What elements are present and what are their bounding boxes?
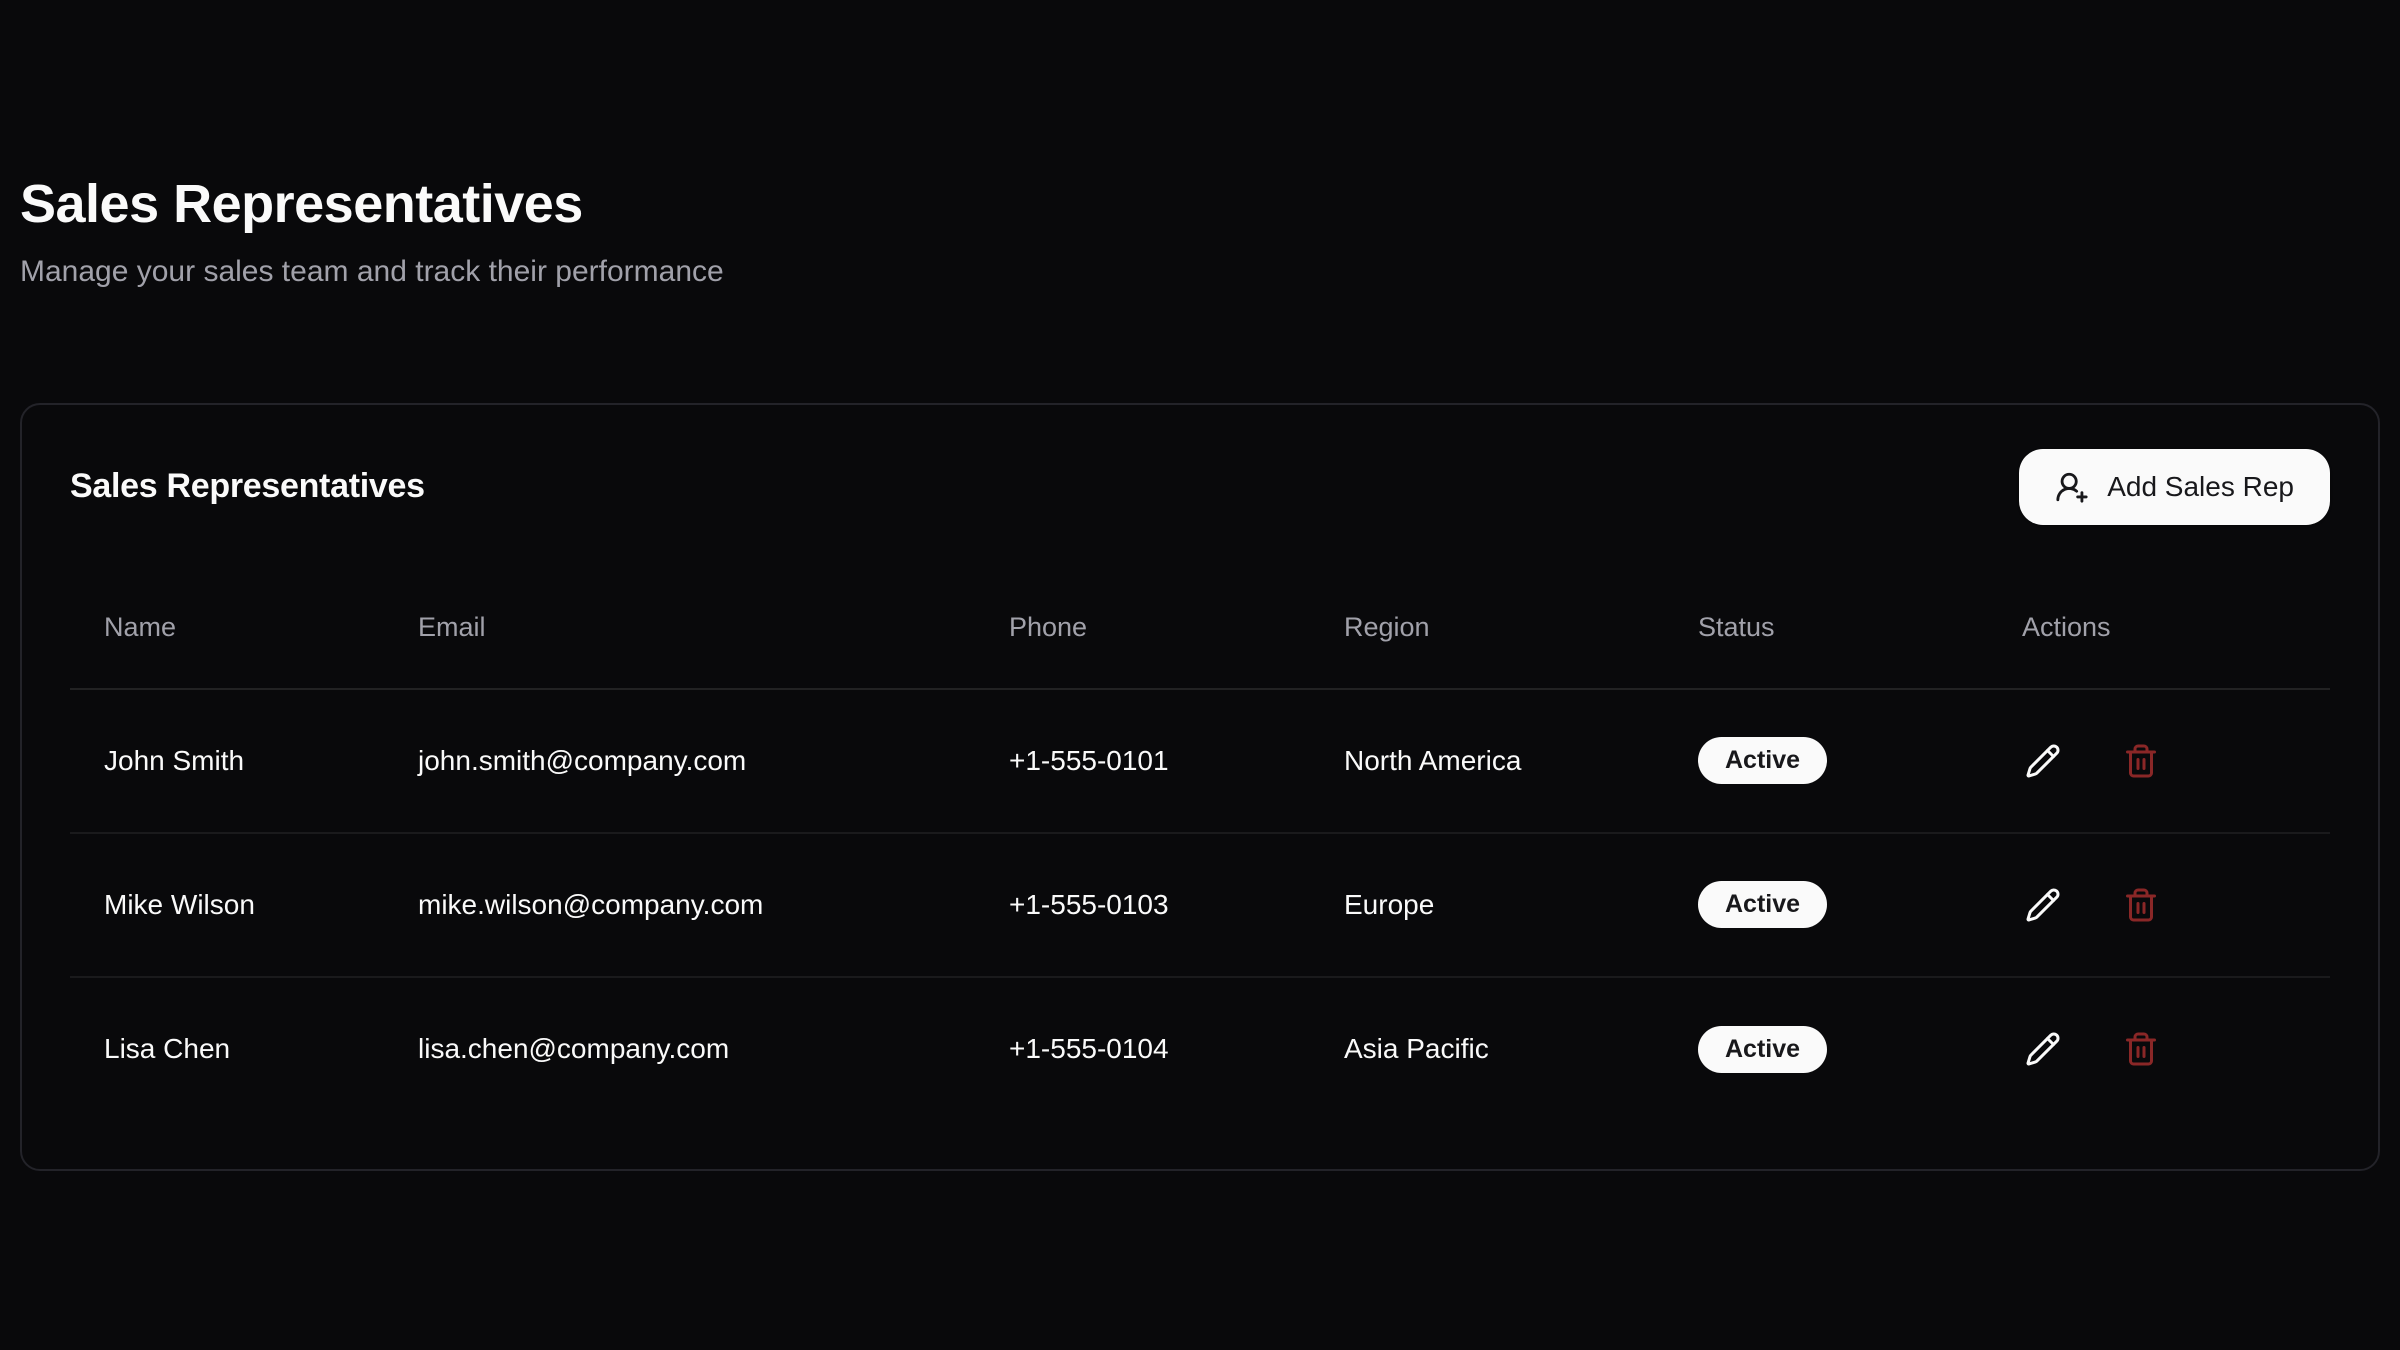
table-row: Mike Wilson mike.wilson@company.com +1-5… [70,833,2330,977]
pencil-icon [2025,887,2061,923]
sales-reps-table: Name Email Phone Region Status Actions J… [70,567,2330,1121]
cell-region: Europe [1310,833,1664,977]
page-subtitle: Manage your sales team and track their p… [20,251,2380,293]
card-header: Sales Representatives Add Sales Rep [70,449,2330,525]
column-header-phone: Phone [975,567,1310,689]
add-sales-rep-button[interactable]: Add Sales Rep [2019,449,2330,525]
cell-email: john.smith@company.com [384,689,975,833]
status-badge: Active [1698,737,1827,784]
row-actions [2022,1028,2320,1070]
cell-name: John Smith [70,689,384,833]
pencil-icon [2025,1031,2061,1067]
table-row: John Smith john.smith@company.com +1-555… [70,689,2330,833]
edit-button[interactable] [2022,1028,2064,1070]
delete-button[interactable] [2120,1028,2162,1070]
column-header-status: Status [1664,567,1988,689]
trash-icon [2123,1031,2159,1067]
status-badge: Active [1698,1026,1827,1073]
cell-name: Lisa Chen [70,977,384,1121]
edit-button[interactable] [2022,740,2064,782]
table-row: Lisa Chen lisa.chen@company.com +1-555-0… [70,977,2330,1121]
delete-button[interactable] [2120,740,2162,782]
add-sales-rep-button-label: Add Sales Rep [2107,471,2294,503]
app-root: Sales Representatives Manage your sales … [0,0,2400,1171]
trash-icon [2123,887,2159,923]
row-actions [2022,740,2320,782]
edit-button[interactable] [2022,884,2064,926]
cell-phone: +1-555-0104 [975,977,1310,1121]
cell-region: North America [1310,689,1664,833]
cell-phone: +1-555-0103 [975,833,1310,977]
card-title: Sales Representatives [70,467,425,506]
trash-icon [2123,743,2159,779]
row-actions [2022,884,2320,926]
table-header-row: Name Email Phone Region Status Actions [70,567,2330,689]
cell-name: Mike Wilson [70,833,384,977]
column-header-region: Region [1310,567,1664,689]
sales-reps-card: Sales Representatives Add Sales Rep [20,403,2380,1171]
page-header: Sales Representatives Manage your sales … [20,0,2380,293]
column-header-actions: Actions [1988,567,2330,689]
column-header-email: Email [384,567,975,689]
page-title: Sales Representatives [20,172,2380,237]
cell-region: Asia Pacific [1310,977,1664,1121]
user-round-plus-icon [2055,470,2089,504]
pencil-icon [2025,743,2061,779]
cell-phone: +1-555-0101 [975,689,1310,833]
cell-email: lisa.chen@company.com [384,977,975,1121]
column-header-name: Name [70,567,384,689]
cell-email: mike.wilson@company.com [384,833,975,977]
delete-button[interactable] [2120,884,2162,926]
status-badge: Active [1698,881,1827,928]
